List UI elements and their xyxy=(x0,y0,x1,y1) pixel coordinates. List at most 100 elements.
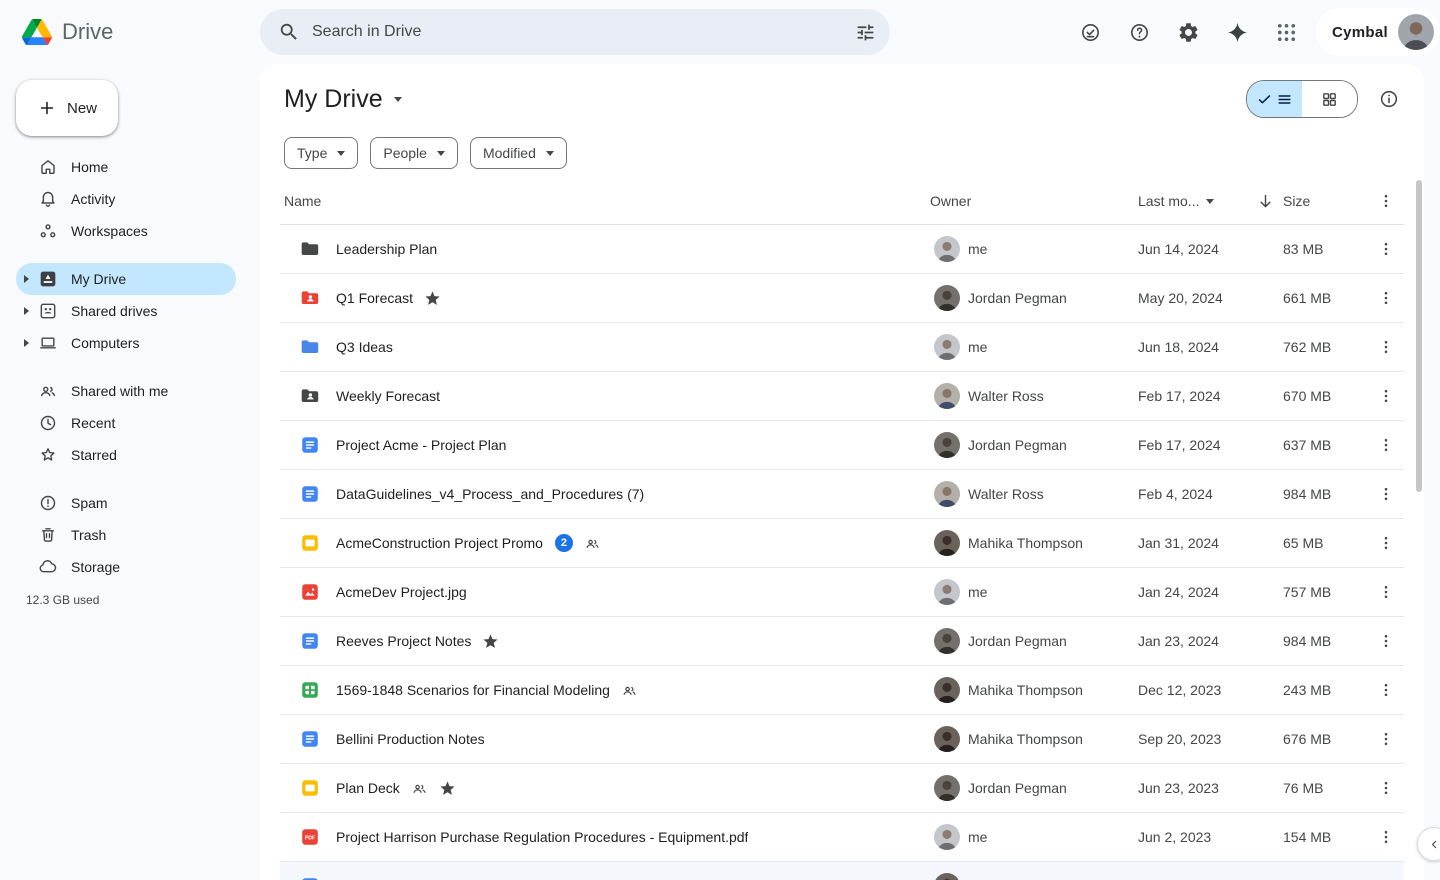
star-icon[interactable] xyxy=(439,780,456,797)
owner-avatar xyxy=(934,285,960,311)
sidebar-item-storage[interactable]: Storage xyxy=(16,551,236,583)
file-row[interactable]: Q1 ForecastJordan PegmanMay 20, 2024661 … xyxy=(280,274,1404,323)
topbar-actions xyxy=(1070,12,1312,52)
scrollbar-thumb[interactable] xyxy=(1416,180,1422,492)
more-options-icon[interactable] xyxy=(1372,774,1400,802)
offline-status-icon[interactable] xyxy=(1070,12,1110,52)
file-row[interactable]: Plan DeckJordan PegmanJun 23, 202376 MB xyxy=(280,764,1404,813)
more-options-icon[interactable] xyxy=(1372,627,1400,655)
file-row[interactable]: Bellini Production NotesMahika ThompsonS… xyxy=(280,715,1404,764)
file-name: Q3 Ideas xyxy=(336,339,393,355)
file-row[interactable]: AcmeDev Project.jpgmeJan 24, 2024757 MB xyxy=(280,568,1404,617)
sidebar-item-shared-with-me[interactable]: Shared with me xyxy=(16,375,236,407)
docs-icon xyxy=(300,435,320,455)
sidebar-item-spam[interactable]: Spam xyxy=(16,487,236,519)
file-row[interactable]: Project Acme - Project PlanJordan Pegman… xyxy=(280,421,1404,470)
file-size: 76 MB xyxy=(1279,780,1368,796)
file-row[interactable] xyxy=(280,862,1404,880)
file-row[interactable]: 1569-1848 Scenarios for Financial Modeli… xyxy=(280,666,1404,715)
sort-direction-icon[interactable] xyxy=(1256,192,1275,211)
sidebar-item-trash[interactable]: Trash xyxy=(16,519,236,551)
gemini-icon[interactable] xyxy=(1217,12,1257,52)
settings-icon[interactable] xyxy=(1168,12,1208,52)
sidebar-item-my-drive[interactable]: My Drive xyxy=(16,263,236,295)
sidebar-item-label: Shared with me xyxy=(71,383,168,399)
trash-icon xyxy=(38,525,58,545)
more-options-icon[interactable] xyxy=(1372,382,1400,410)
star-icon[interactable] xyxy=(482,633,499,650)
file-row[interactable]: AcmeConstruction Project Promo2Mahika Th… xyxy=(280,519,1404,568)
more-options-icon[interactable] xyxy=(1372,578,1400,606)
help-icon[interactable] xyxy=(1119,12,1159,52)
filter-chips: Type People Modified xyxy=(284,137,1400,169)
image-icon xyxy=(300,582,320,602)
sidebar-item-computers[interactable]: Computers xyxy=(16,327,236,359)
drive-brand[interactable]: Drive xyxy=(0,19,260,46)
sidebar-item-shared-drives[interactable]: Shared drives xyxy=(16,295,236,327)
more-options-icon[interactable] xyxy=(1372,284,1400,312)
filter-chip-people[interactable]: People xyxy=(370,137,458,169)
grid-view-button[interactable] xyxy=(1302,81,1357,117)
owner-avatar xyxy=(934,824,960,850)
page-title-label: My Drive xyxy=(284,85,383,114)
folder-dark-icon xyxy=(300,239,320,259)
more-options-icon[interactable] xyxy=(1372,823,1400,851)
spam-icon xyxy=(38,493,58,513)
search-input[interactable] xyxy=(310,22,848,42)
sidebar-item-recent[interactable]: Recent xyxy=(16,407,236,439)
file-row[interactable]: Reeves Project NotesJordan PegmanJan 23,… xyxy=(280,617,1404,666)
search-icon[interactable] xyxy=(278,21,300,43)
filter-chip-type[interactable]: Type xyxy=(284,137,358,169)
file-name: Bellini Production Notes xyxy=(336,731,485,747)
apps-grid-icon[interactable] xyxy=(1266,12,1306,52)
file-row[interactable]: Weekly ForecastWalter RossFeb 17, 202467… xyxy=(280,372,1404,421)
expand-caret-icon[interactable] xyxy=(24,307,29,315)
list-view-button[interactable] xyxy=(1247,81,1302,117)
more-options-icon[interactable] xyxy=(1372,725,1400,753)
svg-text:PDF: PDF xyxy=(305,835,315,841)
owner-avatar xyxy=(934,530,960,556)
owner-name: Walter Ross xyxy=(968,486,1044,502)
more-options-icon[interactable] xyxy=(1372,333,1400,361)
account-chip[interactable]: Cymbal xyxy=(1316,8,1440,56)
home-icon xyxy=(38,157,58,177)
more-options-icon[interactable] xyxy=(1372,431,1400,459)
more-options-icon[interactable] xyxy=(1372,187,1400,215)
account-avatar[interactable] xyxy=(1398,14,1434,50)
filter-chip-modified[interactable]: Modified xyxy=(470,137,567,169)
owner-avatar xyxy=(934,236,960,262)
column-name[interactable]: Name xyxy=(280,193,930,209)
details-info-button[interactable] xyxy=(1378,88,1400,110)
page-title[interactable]: My Drive xyxy=(284,85,402,114)
more-options-icon[interactable] xyxy=(1372,235,1400,263)
grid-view-icon xyxy=(1321,91,1338,108)
sidebar-nav: HomeActivityWorkspaces My DriveShared dri… xyxy=(0,151,260,583)
star-icon[interactable] xyxy=(424,290,441,307)
sidebar-item-workspaces[interactable]: Workspaces xyxy=(16,215,236,247)
more-options-icon[interactable] xyxy=(1372,480,1400,508)
column-size[interactable]: Size xyxy=(1279,193,1368,209)
search-bar[interactable] xyxy=(260,9,890,55)
sidebar-item-starred[interactable]: Starred xyxy=(16,439,236,471)
last-modified: Jan 31, 2024 xyxy=(1134,535,1279,551)
file-size: 154 MB xyxy=(1279,829,1368,845)
new-button[interactable]: New xyxy=(16,80,118,136)
column-owner[interactable]: Owner xyxy=(930,193,1134,209)
more-options-icon[interactable] xyxy=(1372,676,1400,704)
sidebar-item-home[interactable]: Home xyxy=(16,151,236,183)
expand-caret-icon[interactable] xyxy=(24,339,29,347)
search-options-icon[interactable] xyxy=(848,15,882,49)
more-options-icon[interactable] xyxy=(1372,872,1400,880)
sidebar-item-activity[interactable]: Activity xyxy=(16,183,236,215)
folder-red-shared-icon xyxy=(300,288,320,308)
column-last-modified[interactable]: Last mo... xyxy=(1134,193,1279,209)
file-name: Plan Deck xyxy=(336,780,400,796)
more-options-icon[interactable] xyxy=(1372,529,1400,557)
file-row[interactable]: Leadership PlanmeJun 14, 202483 MB xyxy=(280,225,1404,274)
expand-caret-icon[interactable] xyxy=(24,275,29,283)
file-row[interactable]: DataGuidelines_v4_Process_and_Procedures… xyxy=(280,470,1404,519)
shared-people-icon xyxy=(584,535,601,552)
file-row[interactable]: PDFProject Harrison Purchase Regulation … xyxy=(280,813,1404,862)
file-row[interactable]: Q3 IdeasmeJun 18, 2024762 MB xyxy=(280,323,1404,372)
version-badge[interactable]: 2 xyxy=(555,534,573,552)
